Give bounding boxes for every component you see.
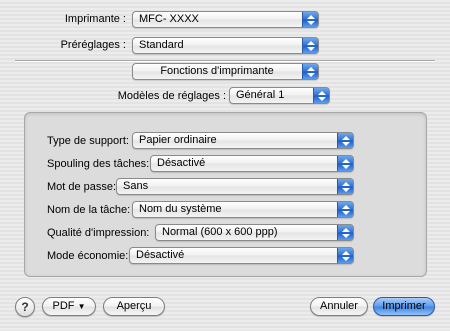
separator bbox=[15, 60, 435, 62]
pdf-label: PDF bbox=[52, 300, 75, 312]
popup-arrows-icon bbox=[302, 12, 318, 27]
popup-arrows-icon bbox=[337, 179, 353, 194]
popup-arrows-icon bbox=[302, 64, 318, 79]
popup-arrows-icon bbox=[302, 38, 318, 53]
pdf-button[interactable]: PDF ▼ bbox=[42, 297, 96, 316]
job-name-label: Nom de la tâche: bbox=[47, 204, 131, 216]
toner-save-popup[interactable]: Désactivé bbox=[129, 247, 354, 264]
toner-save-value: Désactivé bbox=[136, 249, 185, 261]
presets-popup[interactable]: Standard bbox=[132, 37, 319, 54]
job-spooling-popup[interactable]: Désactivé bbox=[150, 155, 354, 172]
print-button[interactable]: Imprimer bbox=[373, 297, 435, 316]
models-popup[interactable]: Général 1 bbox=[229, 87, 330, 104]
cancel-button[interactable]: Annuler bbox=[310, 297, 368, 316]
media-type-value: Papier ordinaire bbox=[139, 134, 217, 146]
password-popup[interactable]: Sans bbox=[116, 178, 354, 195]
chevron-down-icon: ▼ bbox=[77, 302, 86, 311]
printer-value: MFC- XXXX bbox=[139, 13, 199, 25]
media-type-label: Type de support: bbox=[47, 135, 129, 147]
job-spooling-label: Spouling des tâches: bbox=[47, 158, 150, 170]
help-button[interactable]: ? bbox=[15, 297, 35, 317]
models-value: Général 1 bbox=[236, 89, 285, 101]
popup-arrows-icon bbox=[337, 156, 353, 171]
media-type-popup[interactable]: Papier ordinaire bbox=[132, 132, 354, 149]
printer-label: Imprimante : bbox=[64, 13, 126, 25]
password-value: Sans bbox=[123, 180, 149, 192]
toner-save-label: Mode économie: bbox=[47, 250, 129, 262]
popup-arrows-icon bbox=[337, 248, 353, 263]
print-quality-label: Qualité d'impression: bbox=[47, 227, 150, 239]
presets-label: Préréglages : bbox=[60, 39, 126, 51]
popup-arrows-icon bbox=[313, 88, 329, 103]
job-name-value: Nom du système bbox=[139, 203, 222, 215]
password-label: Mot de passe: bbox=[47, 181, 117, 193]
section-popup[interactable]: Fonctions d'imprimante bbox=[132, 63, 319, 80]
presets-value: Standard bbox=[139, 39, 184, 51]
popup-arrows-icon bbox=[337, 225, 353, 240]
printer-popup[interactable]: MFC- XXXX bbox=[132, 11, 319, 28]
job-spooling-value: Désactivé bbox=[157, 157, 206, 169]
section-value: Fonctions d'imprimante bbox=[160, 65, 274, 77]
models-label: Modèles de réglages : bbox=[117, 90, 226, 102]
popup-arrows-icon bbox=[337, 133, 353, 148]
job-name-popup[interactable]: Nom du système bbox=[132, 201, 354, 218]
popup-arrows-icon bbox=[337, 202, 353, 217]
preview-button[interactable]: Aperçu bbox=[103, 297, 165, 316]
print-quality-value: Normal (600 x 600 ppp) bbox=[162, 226, 278, 238]
print-quality-popup[interactable]: Normal (600 x 600 ppp) bbox=[155, 224, 354, 241]
